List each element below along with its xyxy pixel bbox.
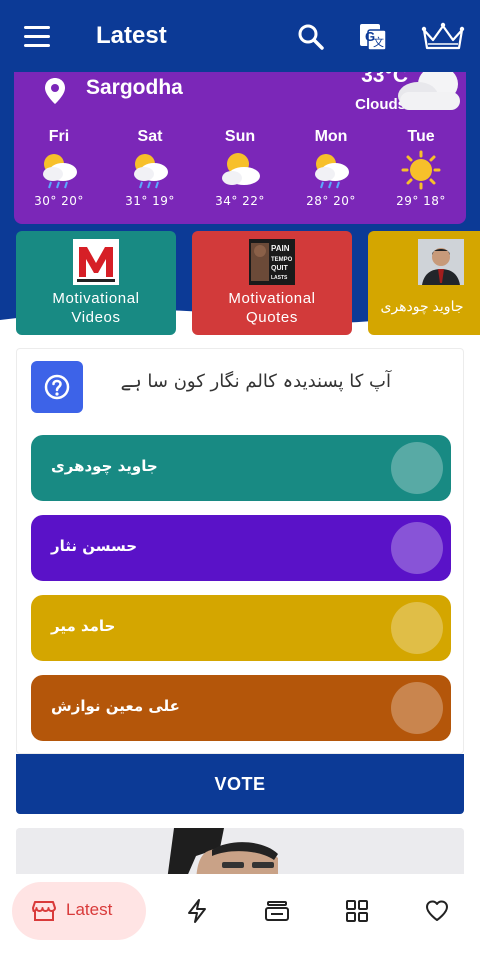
grid-icon[interactable] <box>344 898 370 924</box>
svg-text:LASTS: LASTS <box>271 275 288 281</box>
forecast-day: Sun 34° 22° <box>205 128 275 208</box>
nav-item-label: Latest <box>66 900 113 919</box>
forecast-day: Fri 30° 20° <box>24 128 94 208</box>
heart-icon[interactable] <box>424 898 450 924</box>
poll-option-radio[interactable] <box>391 522 443 574</box>
poll-option[interactable]: حسسن نثار <box>31 515 451 581</box>
category-javed-chaudhry[interactable]: جاوید چودھری <box>368 231 480 335</box>
partly-cloudy-icon <box>205 148 275 192</box>
poll-question: آپ کا پسندیدہ کالم نگار کون سا ہے <box>120 371 391 392</box>
svg-text:文: 文 <box>373 35 384 49</box>
app-bar: Latest G文 <box>0 0 480 76</box>
motivational-quotes-thumbnail: PAIN TEMPO QUIT LASTS <box>249 239 295 285</box>
poll-option-radio[interactable] <box>391 682 443 734</box>
poll-card: آپ کا پسندیدہ کالم نگار کون سا ہے جاوید … <box>16 348 464 754</box>
poll-option-radio[interactable] <box>391 602 443 654</box>
crown-icon[interactable] <box>420 20 466 54</box>
category-label-line1: Motivational <box>52 290 140 307</box>
svg-text:TEMPO: TEMPO <box>271 257 293 263</box>
svg-text:QUIT: QUIT <box>271 265 288 272</box>
columnist-thumbnail <box>418 239 464 285</box>
cloud-icon <box>398 72 460 110</box>
poll-option-label: حسسن نثار <box>51 537 138 555</box>
motivational-videos-thumbnail <box>73 239 119 285</box>
poll-option-label: حامد میر <box>51 617 116 635</box>
weather-card[interactable]: Sargodha 33°C Clouds Fri 30° 20° Sat 31°… <box>14 72 466 224</box>
question-icon <box>31 361 83 413</box>
poll-option[interactable]: حامد میر <box>31 595 451 661</box>
category-motivational-videos[interactable]: Motivational Videos <box>16 231 176 335</box>
category-label-line2: Videos <box>71 309 121 326</box>
forecast-day: Tue 29° 18° <box>386 128 456 208</box>
category-motivational-quotes[interactable]: PAIN TEMPO QUIT LASTS Motivational Quotes <box>192 231 352 335</box>
search-icon[interactable] <box>294 20 328 54</box>
poll-option[interactable]: جاوید چودھری <box>31 435 451 501</box>
forecast-day: Mon 28° 20° <box>296 128 366 208</box>
lightning-icon[interactable] <box>184 898 210 924</box>
location-pin-icon <box>45 78 65 104</box>
category-label-line1: Motivational <box>228 290 316 307</box>
category-label-line1: جاوید چودھری <box>380 298 464 314</box>
category-label-line2: Quotes <box>246 309 298 326</box>
store-icon <box>32 901 56 921</box>
menu-icon[interactable] <box>24 26 50 48</box>
sun-icon <box>386 148 456 192</box>
vote-button[interactable]: VOTE <box>16 754 464 814</box>
page-title: Latest <box>96 22 167 49</box>
poll-option-radio[interactable] <box>391 442 443 494</box>
bottom-navigation: Latest <box>0 874 480 960</box>
rain-sun-icon <box>24 148 94 192</box>
nav-item-latest[interactable]: Latest <box>12 882 146 940</box>
weather-city: Sargodha <box>86 76 183 99</box>
archive-icon[interactable] <box>264 898 290 924</box>
rain-sun-icon <box>115 148 185 192</box>
svg-text:PAIN: PAIN <box>271 244 290 253</box>
forecast-day: Sat 31° 19° <box>115 128 185 208</box>
translate-icon[interactable]: G文 <box>356 20 390 54</box>
poll-option-label: علی معین نوازش <box>51 697 180 715</box>
poll-option-label: جاوید چودھری <box>51 457 158 475</box>
poll-option[interactable]: علی معین نوازش <box>31 675 451 741</box>
rain-sun-icon <box>296 148 366 192</box>
